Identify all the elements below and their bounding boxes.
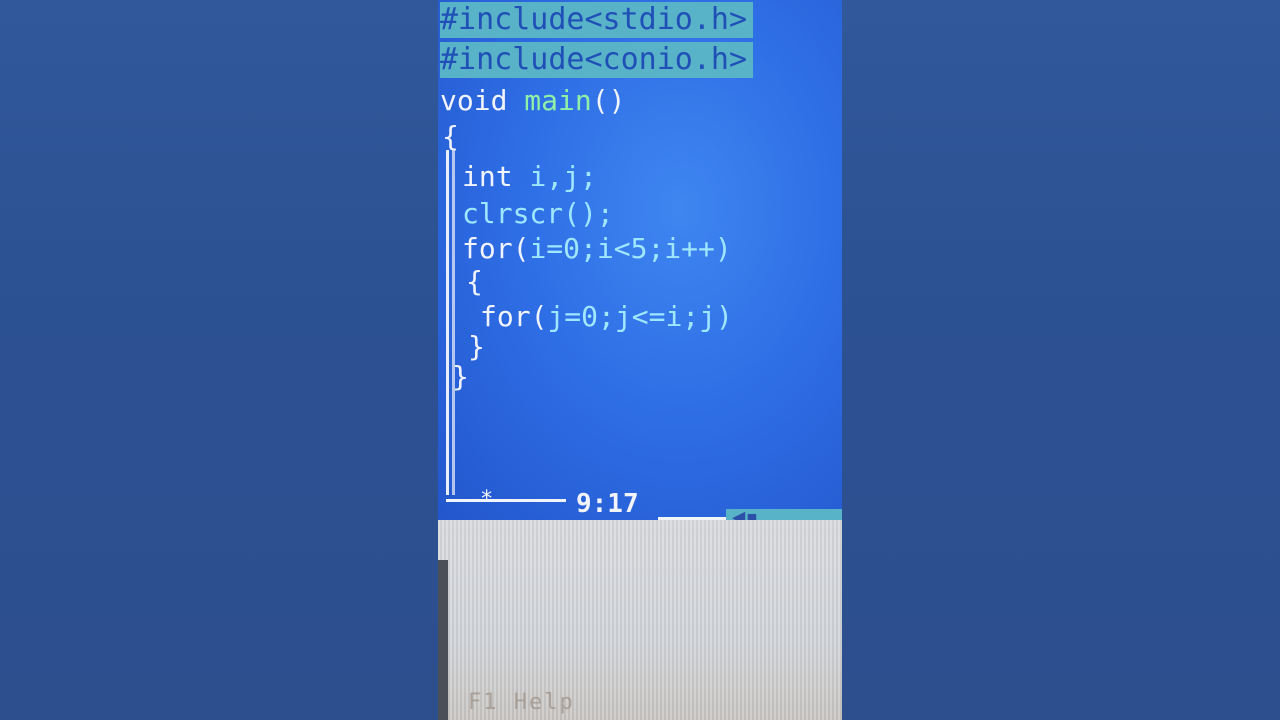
editor-frame-left-inner <box>452 150 455 495</box>
code-line: for(i=0;i<5;i++) <box>462 232 732 266</box>
code-token: void <box>440 84 525 117</box>
include-conio-line: #include<conio.h> <box>440 42 754 78</box>
code-token: main <box>524 84 592 117</box>
backdrop-left <box>0 0 438 720</box>
code-token: clrscr(); <box>462 197 614 230</box>
code-token: } <box>468 330 485 363</box>
code-token: () <box>591 84 626 117</box>
code-line: } <box>452 360 469 394</box>
code-line: int i,j; <box>462 160 597 194</box>
screen-bezel-edge <box>438 560 448 720</box>
code-line: clrscr(); <box>462 197 614 231</box>
status-border-left <box>446 499 566 502</box>
include-stdio-line: #include<stdio.h> <box>440 2 754 38</box>
editor-frame-left <box>446 150 449 495</box>
code-token: } <box>452 360 469 393</box>
code-line: } <box>468 330 485 364</box>
code-token: i=0;i<5;i++) <box>529 232 732 265</box>
code-token: j=0;j<=i;j) <box>547 300 733 333</box>
cursor-position: 9:17 <box>576 489 639 519</box>
code-token: { <box>442 120 459 153</box>
help-hint: F1 Help <box>468 690 575 715</box>
screen-photo: #include<stdio.h> #include<conio.h> void… <box>438 0 842 720</box>
code-token: int <box>462 160 530 193</box>
backdrop-right <box>842 0 1280 720</box>
modified-marker: * <box>480 487 494 512</box>
code-token: for( <box>462 232 530 265</box>
code-line: void main() <box>440 84 625 118</box>
code-token: { <box>466 265 483 298</box>
code-token: for( <box>480 300 548 333</box>
code-token: i,j; <box>529 160 597 193</box>
code-line: { <box>442 120 459 154</box>
status-bar: * 9:17 ◀▪ <box>446 487 842 533</box>
code-line: { <box>466 265 483 299</box>
code-line: for(j=0;j<=i;j) <box>480 300 733 334</box>
code-editor[interactable]: #include<stdio.h> #include<conio.h> void… <box>438 0 842 533</box>
